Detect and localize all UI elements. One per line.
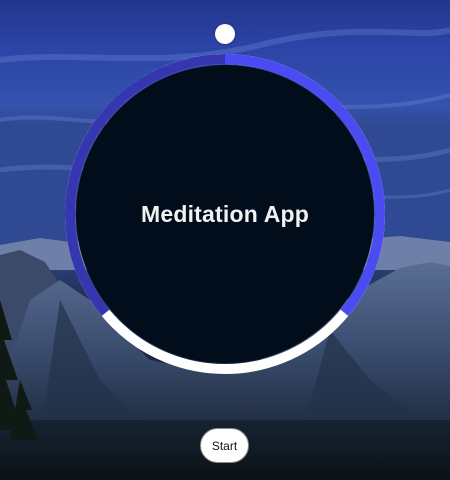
start-button[interactable]: Start: [200, 428, 249, 463]
meditation-screen: Meditation App Start: [0, 0, 450, 480]
app-title: Meditation App: [140, 200, 310, 227]
progress-knob[interactable]: [215, 24, 235, 44]
timer-face: Meditation App: [76, 65, 374, 363]
